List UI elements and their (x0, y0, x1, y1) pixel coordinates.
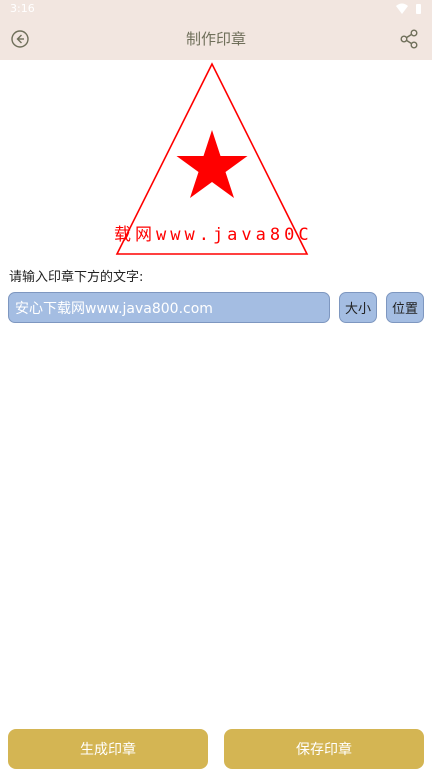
screen: 3:16 制作印章 载网www.java80C 请输入印章下方的文字: 安心下载… (0, 0, 432, 769)
generate-seal-button[interactable]: 生成印章 (8, 729, 208, 769)
prompt-label: 请输入印章下方的文字: (9, 270, 144, 285)
wifi-icon (396, 3, 408, 14)
status-time: 3:16 (10, 2, 35, 15)
seal-text: 载网www.java80C (114, 225, 313, 245)
status-bar: 3:16 (0, 0, 432, 18)
share-button[interactable] (396, 26, 422, 52)
position-button[interactable]: 位置 (386, 292, 424, 323)
star-icon (176, 130, 248, 198)
share-icon (400, 29, 418, 49)
battery-icon (416, 4, 421, 14)
page-title: 制作印章 (185, 30, 246, 48)
status-icons (396, 3, 421, 14)
app-bar: 制作印章 (0, 18, 432, 60)
seal-text-input[interactable] (8, 292, 330, 323)
seal-preview: 载网www.java80C (114, 62, 313, 255)
save-seal-button[interactable]: 保存印章 (224, 729, 424, 769)
size-button[interactable]: 大小 (339, 292, 377, 323)
